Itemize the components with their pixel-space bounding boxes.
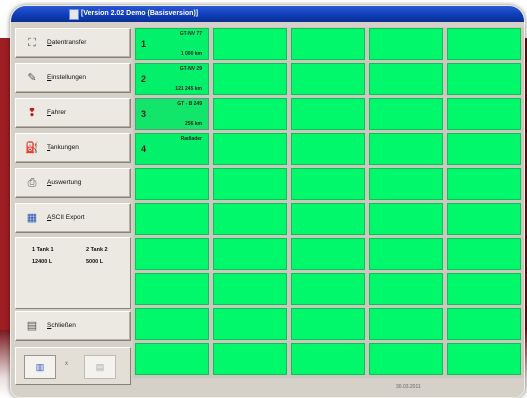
empty-slot-cell[interactable] [447, 273, 521, 305]
satellite-dish-icon: ⛶ [28, 37, 36, 49]
empty-slot-cell[interactable] [291, 238, 365, 270]
vehicle-grid: 1 GT-NV 77 1 000 km 2 GT-NV 29 121 245 km 3 GT … [133, 27, 524, 378]
empty-slot-cell[interactable] [369, 28, 443, 60]
empty-slot-cell[interactable] [291, 273, 365, 305]
empty-slot-cell[interactable] [291, 28, 365, 60]
empty-slot-cell[interactable] [291, 63, 365, 95]
view-separator: x [65, 361, 68, 367]
vehicle-number: 4 [141, 144, 147, 154]
empty-slot-cell[interactable] [135, 308, 209, 340]
empty-slot-cell[interactable] [213, 203, 287, 235]
empty-slot-cell[interactable] [213, 308, 287, 340]
empty-slot-cell[interactable] [213, 98, 287, 130]
empty-slot-cell[interactable] [291, 168, 365, 200]
empty-slot-cell[interactable] [135, 238, 209, 270]
empty-slot-cell[interactable] [291, 133, 365, 165]
app-icon [69, 9, 79, 20]
title-bar[interactable]: [Version 2.02 Demo (Basisversion)] [11, 6, 524, 22]
tank1-value: 12400 L [32, 259, 53, 265]
empty-slot-cell[interactable] [447, 133, 521, 165]
fahrer-icon: ❢ [27, 107, 37, 119]
window-title: [Version 2.02 Demo (Basisversion)] [81, 10, 199, 17]
tank2-label: 2 Tank 2 [86, 247, 108, 253]
status-date: 30.03.2011 [396, 384, 421, 390]
empty-slot-cell[interactable] [213, 168, 287, 200]
schliessen-label: Schließen [47, 322, 76, 329]
fahrer-label: Fahrer [47, 109, 67, 116]
empty-slot-cell[interactable] [447, 168, 521, 200]
empty-slot-cell[interactable] [213, 343, 287, 375]
vehicle-cell[interactable]: 4 Radlader [135, 133, 209, 165]
vehicle-cell[interactable]: 1 GT-NV 77 1 000 km [135, 28, 209, 60]
vehicle-km: 256 km [185, 121, 202, 127]
vehicle-km: 121 245 km [175, 86, 202, 92]
empty-slot-cell[interactable] [447, 98, 521, 130]
empty-slot-cell[interactable] [369, 63, 443, 95]
empty-slot-cell[interactable] [213, 133, 287, 165]
einstellungen-label: Einstellungen [47, 74, 87, 81]
vehicle-cell[interactable]: 3 GT - B 249 256 km [135, 98, 209, 130]
empty-slot-cell[interactable] [447, 308, 521, 340]
empty-slot-cell[interactable] [369, 343, 443, 375]
left-panel: ⛶ Datentransfer ✎ Einstellungen ❢ Fahrer… [11, 25, 133, 393]
empty-slot-cell[interactable] [135, 273, 209, 305]
empty-slot-cell[interactable] [369, 98, 443, 130]
tank-panel: 1 Tank 1 2 Tank 2 12400 L 5000 L [15, 237, 131, 309]
fahrer-button[interactable]: ❢ Fahrer [15, 98, 131, 128]
empty-slot-cell[interactable] [369, 168, 443, 200]
empty-slot-cell[interactable] [369, 133, 443, 165]
empty-slot-cell[interactable] [213, 273, 287, 305]
vehicle-name: GT-NV 29 [179, 66, 202, 72]
empty-slot-cell[interactable] [369, 238, 443, 270]
ascii-export-label: ASCII Export [47, 214, 85, 221]
empty-slot-cell[interactable] [369, 273, 443, 305]
vehicle-name: GT - B 249 [177, 101, 202, 107]
empty-slot-cell[interactable] [447, 343, 521, 375]
pencil-icon: ✎ [27, 72, 37, 84]
empty-slot-cell[interactable] [213, 28, 287, 60]
tank2-value: 5000 L [86, 259, 104, 265]
vehicle-number: 2 [141, 74, 147, 84]
empty-slot-cell[interactable] [291, 308, 365, 340]
tank1-label: 1 Tank 1 [32, 247, 54, 253]
vehicle-cell[interactable]: 2 GT-NV 29 121 245 km [135, 63, 209, 95]
view-toggle-bar: ▥ x ▤ [15, 347, 131, 385]
empty-slot-cell[interactable] [447, 203, 521, 235]
empty-slot-cell[interactable] [135, 343, 209, 375]
empty-slot-cell[interactable] [447, 238, 521, 270]
vehicle-number: 3 [141, 109, 147, 119]
ascii-export-button[interactable]: ▦ ASCII Export [15, 203, 131, 233]
list-icon[interactable]: ▤ [84, 355, 116, 379]
close-door-icon: ▤ [26, 320, 38, 332]
schliessen-button[interactable]: ▤ Schließen [15, 311, 131, 341]
empty-slot-cell[interactable] [291, 98, 365, 130]
table-icon[interactable]: ▥ [24, 355, 56, 379]
vehicle-name: Radlader [180, 136, 202, 142]
datentransfer-label: Datentransfer [47, 39, 87, 46]
empty-slot-cell[interactable] [135, 203, 209, 235]
auswertung-button[interactable]: ⎙ Auswertung [15, 168, 131, 198]
empty-slot-cell[interactable] [447, 28, 521, 60]
empty-slot-cell[interactable] [291, 343, 365, 375]
empty-slot-cell[interactable] [135, 168, 209, 200]
tankungen-button[interactable]: ⛽ Tankungen [15, 133, 131, 163]
tankungen-label: Tankungen [47, 144, 79, 151]
printer-icon: ⎙ [27, 177, 37, 189]
vehicle-km: 1 000 km [180, 51, 202, 57]
datentransfer-button[interactable]: ⛶ Datentransfer [15, 28, 131, 58]
einstellungen-button[interactable]: ✎ Einstellungen [15, 63, 131, 93]
empty-slot-cell[interactable] [447, 63, 521, 95]
vehicle-number: 1 [141, 39, 147, 49]
empty-slot-cell[interactable] [213, 63, 287, 95]
app-window: [Version 2.02 Demo (Basisversion)] ⛶ Dat… [10, 5, 525, 398]
empty-slot-cell[interactable] [291, 203, 365, 235]
empty-slot-cell[interactable] [213, 238, 287, 270]
ascii-icon: ▦ [26, 212, 38, 224]
auswertung-label: Auswertung [47, 179, 82, 186]
empty-slot-cell[interactable] [369, 203, 443, 235]
empty-slot-cell[interactable] [369, 308, 443, 340]
fuel-pump-icon: ⛽ [25, 142, 39, 154]
vehicle-name: GT-NV 77 [179, 31, 202, 37]
